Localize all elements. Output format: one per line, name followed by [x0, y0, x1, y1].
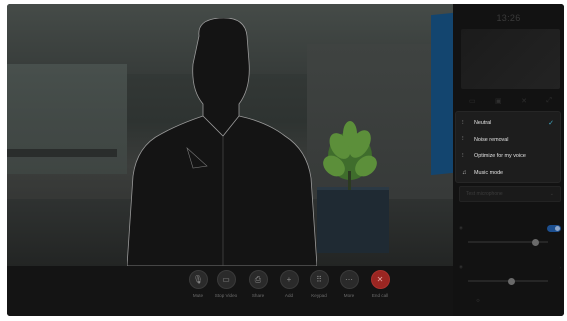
setting-toggle[interactable] — [547, 224, 561, 232]
dimmed-setting-row: ◉ › — [459, 262, 561, 272]
slider-knob[interactable] — [508, 277, 515, 285]
slider-knob[interactable] — [532, 238, 539, 246]
menu-item-neutral[interactable]: ⫶ Neutral ✓ — [456, 115, 560, 132]
more-icon: ⋯ — [339, 270, 359, 289]
remote-video — [7, 4, 453, 266]
room-table — [7, 149, 117, 157]
chevron-right-icon: › — [559, 264, 562, 270]
end-call-label: End call — [371, 293, 389, 298]
volume-slider[interactable] — [468, 238, 548, 246]
expand-icon[interactable]: ⤢ — [546, 97, 552, 109]
close-icon[interactable]: ✕ — [521, 97, 527, 109]
dimmed-setting-icon: ◉ — [459, 264, 463, 269]
settings-gear-icon[interactable]: ⚙ — [476, 298, 480, 304]
menu-item-label: Noise removal — [474, 136, 509, 143]
plus-icon: + — [279, 270, 299, 289]
layout-icon[interactable]: ▣ — [495, 97, 502, 109]
room-window — [7, 64, 127, 174]
dimmed-setting-icon: ◉ — [459, 225, 463, 230]
camera-icon: ▭ — [216, 270, 236, 289]
share-icon: ⎙ — [248, 270, 268, 289]
menu-item-music-mode[interactable]: ♫ Music mode — [456, 165, 560, 182]
level-slider[interactable] — [468, 277, 548, 285]
checkmark-icon: ✓ — [548, 120, 554, 128]
test-microphone-label: Test microphone — [466, 191, 503, 197]
clock-text: 13:26 — [496, 13, 521, 23]
end-call-button[interactable]: ✕ End call — [358, 270, 402, 298]
plant-illustration — [323, 121, 377, 190]
menu-item-noise-removal[interactable]: ⫶ Noise removal — [456, 132, 560, 149]
test-microphone-dropdown[interactable]: Test microphone ⌄ — [459, 186, 561, 202]
blue-wall-panel — [431, 12, 453, 176]
audio-mode-menu: ⫶ Neutral ✓ ⫶ Noise removal ⫶ Optimize f… — [455, 111, 561, 183]
person-silhouette — [127, 18, 317, 266]
menu-item-label: Music mode — [474, 169, 504, 176]
menu-item-label: Optimize for my voice — [474, 153, 526, 160]
music-note-icon: ♫ — [462, 169, 467, 176]
dimmed-setting-row: ◉ — [459, 223, 561, 233]
chevron-down-icon: ⌄ — [549, 191, 554, 197]
camera-icon[interactable]: ▭ — [469, 97, 476, 109]
menu-item-label: Neutral — [474, 120, 492, 127]
voice-optimize-icon: ⫶ — [462, 152, 464, 159]
sidebar-icon-row: ▭ ▣ ✕ ⤢ — [461, 97, 560, 109]
noise-removal-icon: ⫶ — [462, 136, 464, 143]
close-icon: ✕ — [370, 270, 390, 289]
planter-box — [317, 187, 389, 253]
keypad-icon: ⠿ — [309, 270, 329, 289]
waveform-icon: ⫶ — [462, 119, 464, 126]
menu-item-optimize-voice[interactable]: ⫶ Optimize for my voice — [456, 148, 560, 165]
self-view[interactable] — [461, 29, 560, 89]
